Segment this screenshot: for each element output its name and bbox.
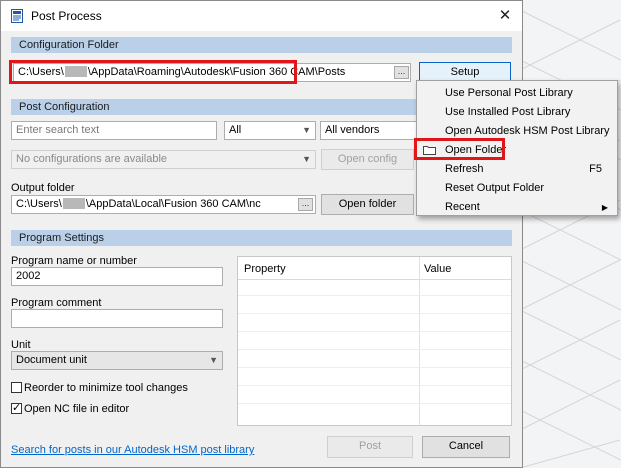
open-config-button[interactable]: Open config [321, 149, 414, 170]
configuration-folder-header: Configuration Folder [11, 37, 512, 53]
search-input[interactable]: Enter search text [11, 121, 217, 140]
reorder-label: Reorder to minimize tool changes [24, 382, 188, 394]
property-column-header[interactable]: Property [244, 263, 286, 275]
reorder-checkbox[interactable] [11, 382, 22, 393]
cancel-button[interactable]: Cancel [422, 436, 510, 458]
open-nc-checkbox[interactable] [11, 401, 22, 414]
post-library-link[interactable]: Search for posts in our Autodesk HSM pos… [11, 444, 254, 456]
program-name-label: Program name or number [11, 255, 137, 267]
config-folder-highlight [9, 60, 297, 84]
post-process-app-icon [11, 9, 23, 23]
menu-item-refresh[interactable]: Refresh F5 [418, 160, 616, 179]
post-process-dialog: Post Process ✕ Configuration Folder C:\U… [0, 0, 523, 468]
vendor-select-value: All vendors [325, 124, 380, 136]
menu-item-label: Reset Output Folder [445, 182, 545, 194]
title-bar[interactable]: Post Process ✕ [1, 1, 522, 31]
open-nc-label: Open NC file in editor [24, 403, 130, 415]
post-button[interactable]: Post [327, 436, 413, 458]
property-table-header: Property Value [238, 257, 511, 280]
menu-item-label: Recent [445, 201, 480, 213]
row-divider [238, 403, 511, 404]
output-folder-field[interactable]: C:\Users\ \AppData\Local\Fusion 360 CAM\n… [11, 195, 316, 214]
reorder-checkbox-row[interactable]: Reorder to minimize tool changes [11, 382, 188, 394]
window-title: Post Process [31, 9, 102, 23]
output-folder-browse-button[interactable]: ... [298, 198, 313, 211]
row-divider [238, 349, 511, 350]
menu-item-recent[interactable]: Recent ▶ [418, 198, 616, 217]
unit-select-value: Document unit [16, 354, 87, 366]
filter-select[interactable]: All ▼ [224, 121, 316, 140]
menu-item-label: Use Personal Post Library [445, 87, 573, 99]
menu-item-shortcut: F5 [589, 163, 602, 175]
program-settings-header: Program Settings [11, 230, 512, 246]
property-table[interactable]: Property Value [237, 256, 512, 426]
column-divider [419, 257, 420, 425]
output-path-prefix: C:\Users\ [16, 198, 62, 210]
row-divider [238, 313, 511, 314]
output-path-suffix: \AppData\Local\Fusion 360 CAM\nc [85, 198, 261, 210]
configuration-select[interactable]: No configurations are available ▼ [11, 150, 316, 169]
program-comment-label: Program comment [11, 297, 102, 309]
program-name-input[interactable]: 2002 [11, 267, 223, 286]
unit-select[interactable]: Document unit ▼ [11, 351, 223, 370]
open-folder-button[interactable]: Open folder [321, 194, 414, 215]
config-folder-browse-button[interactable]: ... [394, 66, 409, 79]
row-divider [238, 385, 511, 386]
chevron-down-icon: ▼ [302, 154, 311, 164]
value-column-header[interactable]: Value [424, 263, 451, 275]
configuration-select-value: No configurations are available [16, 153, 168, 165]
close-icon[interactable]: ✕ [494, 5, 516, 27]
program-comment-input[interactable] [11, 309, 223, 328]
menu-item-label: Refresh [445, 163, 484, 175]
menu-item-use-installed-post-library[interactable]: Use Installed Post Library [418, 103, 616, 122]
menu-item-use-personal-post-library[interactable]: Use Personal Post Library [418, 84, 616, 103]
redacted-username [62, 198, 85, 209]
row-divider [238, 295, 511, 296]
open-folder-highlight [414, 138, 505, 160]
chevron-down-icon: ▼ [209, 355, 218, 365]
submenu-arrow-icon: ▶ [601, 203, 608, 212]
row-divider [238, 331, 511, 332]
vendor-select[interactable]: All vendors [320, 121, 420, 140]
chevron-down-icon: ▼ [302, 125, 311, 135]
filter-select-value: All [229, 124, 242, 136]
output-folder-label: Output folder [11, 182, 75, 194]
menu-item-reset-output-folder[interactable]: Reset Output Folder [418, 179, 616, 198]
menu-item-label: Use Installed Post Library [445, 106, 571, 118]
unit-label: Unit [11, 339, 31, 351]
open-nc-checkbox-row[interactable]: Open NC file in editor [11, 401, 130, 415]
row-divider [238, 367, 511, 368]
